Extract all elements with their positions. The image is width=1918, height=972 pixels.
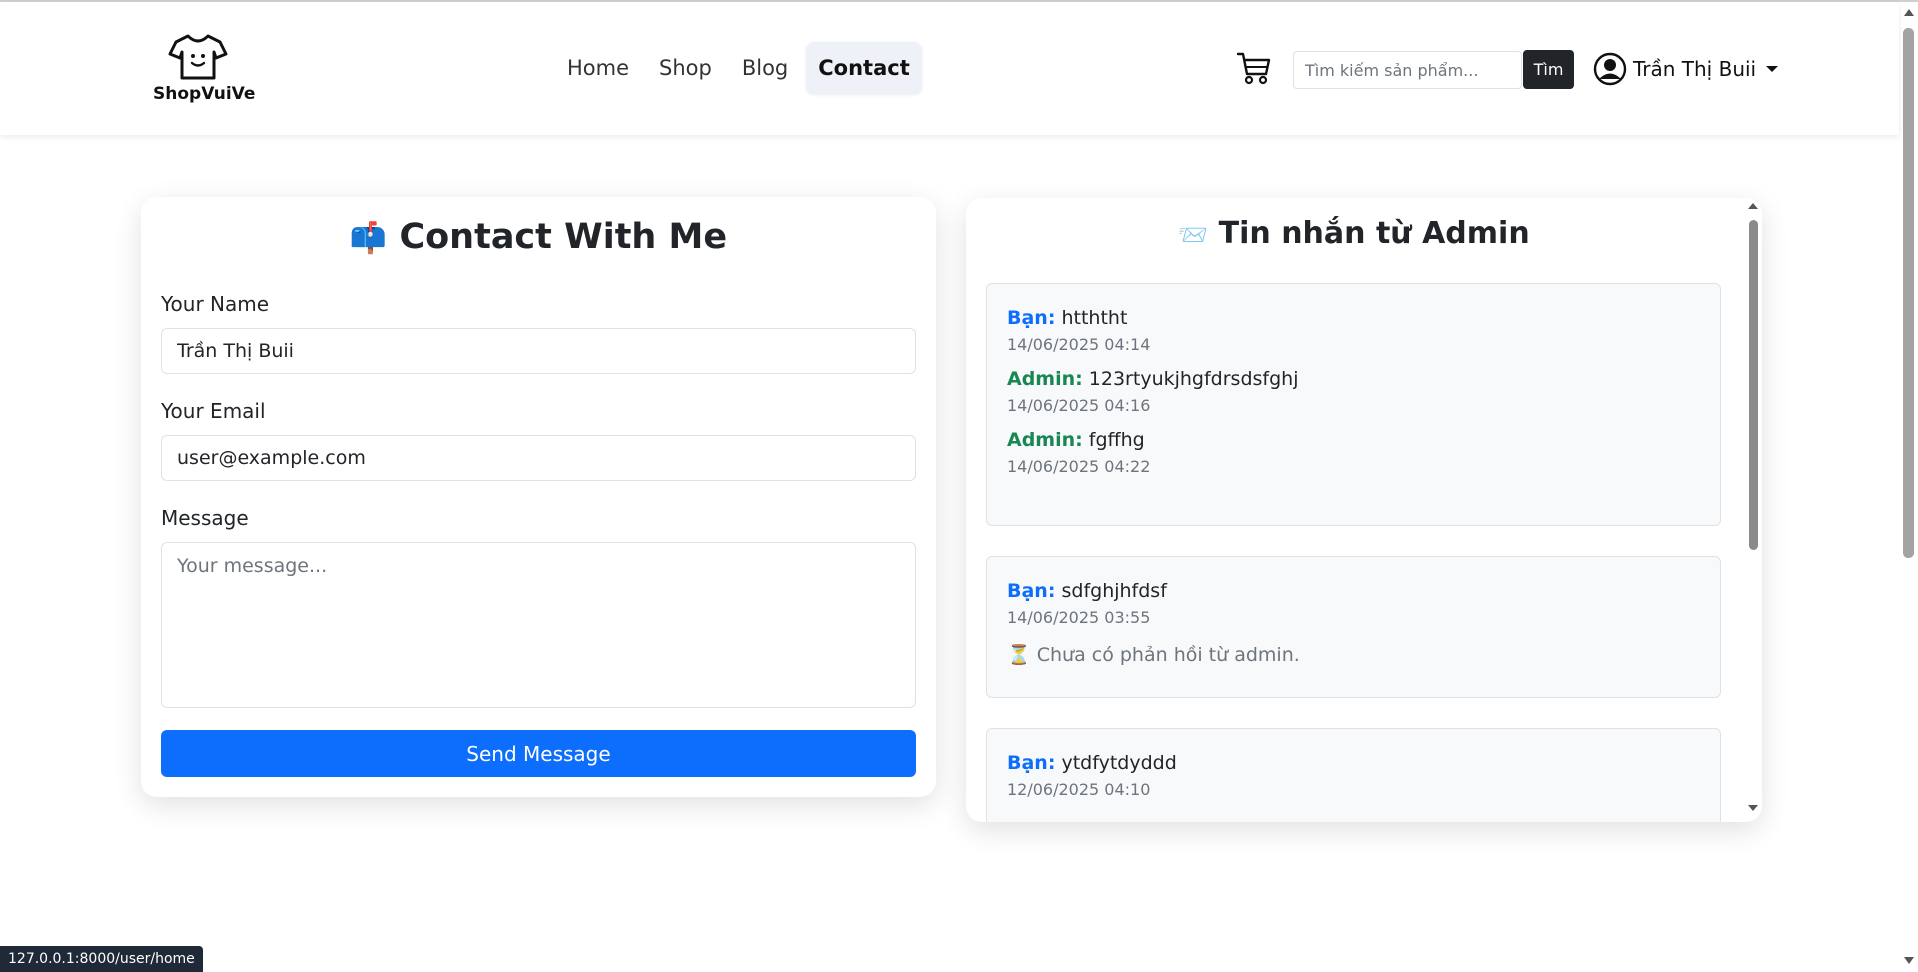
email-label: Your Email [161, 399, 266, 423]
admin-messages-card: 📨 Tin nhắn từ Admin Bạn: htththt 14/06/2… [966, 198, 1762, 822]
message-line: Bạn: ytdfytdyddd [1007, 752, 1700, 774]
message-line: Bạn: htththt [1007, 307, 1700, 329]
messages-scrollbar-thumb[interactable] [1749, 220, 1758, 550]
send-message-button[interactable]: Send Message [161, 730, 916, 777]
pending-text: Chưa có phản hồi từ admin. [1036, 644, 1300, 666]
messages-title-text: Tin nhắn từ Admin [1218, 216, 1530, 251]
search-button[interactable]: Tìm [1523, 50, 1574, 89]
user-name: Trần Thị Buii [1633, 57, 1757, 81]
message-time: 14/06/2025 04:14 [1007, 335, 1151, 354]
message-line: Admin: 123rtyukjhgfdrsdsfghj [1007, 368, 1700, 390]
nav-blog[interactable]: Blog [730, 42, 800, 94]
search-input[interactable] [1293, 51, 1522, 89]
message-text: sdfghjhfdsf [1061, 580, 1167, 602]
message-text: fgffhg [1088, 429, 1145, 451]
message-text: 123rtyukjhgfdrsdsfghj [1088, 368, 1299, 390]
mailbox-icon: 📫 [349, 221, 388, 256]
name-label: Your Name [161, 292, 270, 316]
message-line: Admin: fgffhg [1007, 429, 1700, 451]
sender-label: Admin: [1007, 368, 1083, 390]
sender-label: Admin: [1007, 429, 1083, 451]
nav-home[interactable]: Home [555, 42, 641, 94]
sender-label: Bạn: [1007, 580, 1056, 602]
message-textarea[interactable] [161, 542, 916, 708]
envelope-icon: 📨 [1178, 221, 1209, 249]
message-text: ytdfytdyddd [1061, 752, 1177, 774]
chevron-down-icon [1766, 66, 1779, 72]
hourglass-icon: ⏳ [1007, 644, 1031, 666]
name-field[interactable] [161, 328, 916, 374]
message-time: 14/06/2025 04:16 [1007, 396, 1151, 415]
cart-icon [1236, 52, 1271, 85]
message-text: htththt [1061, 307, 1128, 329]
user-menu-toggle[interactable]: Trần Thị Buii [1593, 52, 1779, 86]
message-thread: Bạn: htththt 14/06/2025 04:14 Admin: 123… [986, 283, 1721, 526]
message-time: 14/06/2025 04:22 [1007, 457, 1151, 476]
message-thread: Bạn: ytdfytdyddd 12/06/2025 04:10 [986, 728, 1721, 822]
page-scrollbar-thumb[interactable] [1903, 28, 1914, 558]
cart-button[interactable] [1236, 50, 1272, 90]
contact-title-text: Contact With Me [399, 217, 728, 257]
email-field[interactable] [161, 435, 916, 481]
message-label: Message [161, 506, 249, 530]
message-line: Bạn: sdfghjhfdsf [1007, 580, 1700, 602]
message-thread: Bạn: sdfghjhfdsf 14/06/2025 03:55 ⏳ Chưa… [986, 556, 1721, 698]
tshirt-logo-icon [168, 34, 228, 80]
contact-title: 📫 Contact With Me [141, 217, 936, 257]
brand-logo[interactable]: ShopVuiVe [153, 32, 256, 104]
main-nav: Home Shop Blog Contact [555, 42, 922, 94]
link-status-bar: 127.0.0.1:8000/user/home [0, 946, 203, 972]
messages-title: 📨 Tin nhắn từ Admin [966, 216, 1742, 251]
sender-label: Bạn: [1007, 307, 1056, 329]
pending-reply: ⏳ Chưa có phản hồi từ admin. [1007, 643, 1700, 666]
brand-name: ShopVuiVe [153, 84, 256, 104]
top-navbar: ShopVuiVe Home Shop Blog Contact Tìm Trầ… [0, 2, 1899, 135]
user-avatar-icon [1593, 52, 1627, 86]
contact-form-card: 📫 Contact With Me Your Name Your Email M… [141, 197, 936, 797]
nav-contact[interactable]: Contact [806, 42, 922, 94]
nav-shop[interactable]: Shop [647, 42, 724, 94]
message-time: 14/06/2025 03:55 [1007, 608, 1151, 627]
sender-label: Bạn: [1007, 752, 1056, 774]
message-time: 12/06/2025 04:10 [1007, 780, 1151, 799]
